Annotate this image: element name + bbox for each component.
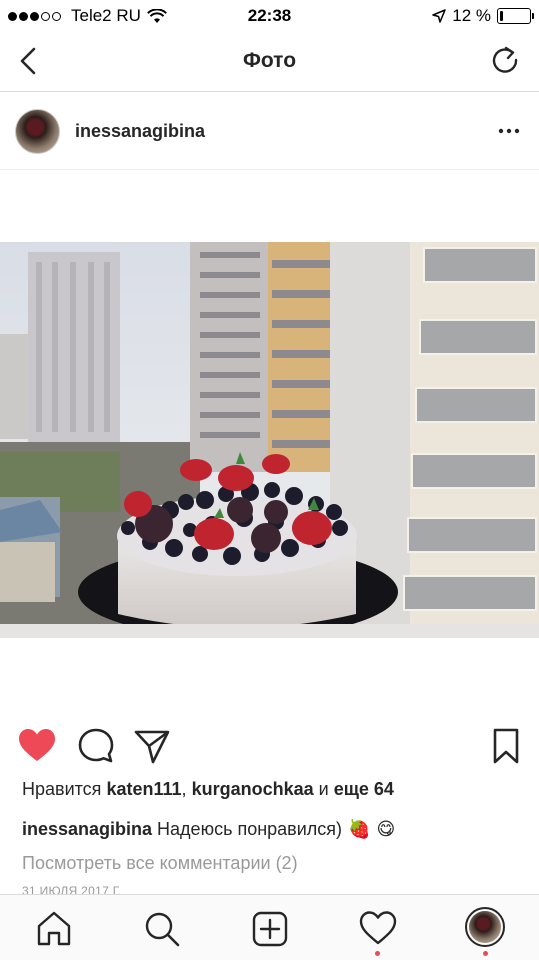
status-bar: Tele2 RU 22:38 12 % bbox=[0, 0, 539, 30]
heart-filled-icon[interactable] bbox=[17, 726, 57, 766]
likes-prefix: Нравится bbox=[22, 779, 102, 799]
liker-link-1[interactable]: katen111 bbox=[106, 779, 181, 799]
add-post-icon[interactable] bbox=[250, 909, 290, 949]
share-direct-icon[interactable] bbox=[132, 726, 172, 766]
activity-heart-icon[interactable] bbox=[358, 909, 398, 949]
avatar[interactable] bbox=[15, 109, 60, 154]
status-right: 12 % bbox=[432, 6, 534, 26]
likes-summary: Нравится katen111, kurganochkaa и еще 64 bbox=[22, 779, 394, 800]
caption-text: Надеюсь понравился) bbox=[157, 819, 343, 839]
battery-fill bbox=[500, 11, 503, 21]
nav-bar: Фото bbox=[0, 30, 539, 92]
location-arrow-icon bbox=[432, 9, 446, 23]
strawberry-emoji: 🍓 bbox=[348, 819, 371, 839]
more-horizontal-icon[interactable] bbox=[497, 119, 521, 143]
cake-photo-image bbox=[0, 242, 539, 638]
post-header: inessanagibina bbox=[0, 93, 539, 170]
liker-link-2[interactable]: kurganochkaa bbox=[192, 779, 314, 799]
tab-bar bbox=[0, 894, 539, 960]
profile-notification-dot bbox=[483, 951, 488, 956]
page-title: Фото bbox=[242, 49, 297, 72]
post-caption: inessanagibina Надеюсь понравился) 🍓 😋 bbox=[22, 819, 395, 840]
likes-and: и bbox=[318, 779, 329, 799]
yum-face-emoji: 😋 bbox=[376, 819, 396, 839]
post-username[interactable]: inessanagibina bbox=[75, 121, 205, 142]
activity-notification-dot bbox=[375, 951, 380, 956]
profile-tab-avatar[interactable] bbox=[465, 907, 505, 947]
post-actions bbox=[0, 722, 539, 768]
home-icon[interactable] bbox=[34, 909, 74, 949]
refresh-icon[interactable] bbox=[489, 44, 521, 76]
caption-username[interactable]: inessanagibina bbox=[22, 819, 152, 840]
comment-icon[interactable] bbox=[76, 726, 116, 766]
likes-separator: , bbox=[181, 779, 187, 799]
battery-percent: 12 % bbox=[452, 6, 491, 25]
profile-avatar-image bbox=[469, 911, 501, 943]
post-photo[interactable] bbox=[0, 242, 539, 638]
search-icon[interactable] bbox=[142, 909, 182, 949]
bookmark-icon[interactable] bbox=[486, 726, 526, 766]
battery-icon bbox=[497, 8, 534, 24]
view-all-comments-link[interactable]: Посмотреть все комментарии (2) bbox=[22, 853, 298, 874]
likes-more-link[interactable]: еще 64 bbox=[334, 779, 394, 799]
